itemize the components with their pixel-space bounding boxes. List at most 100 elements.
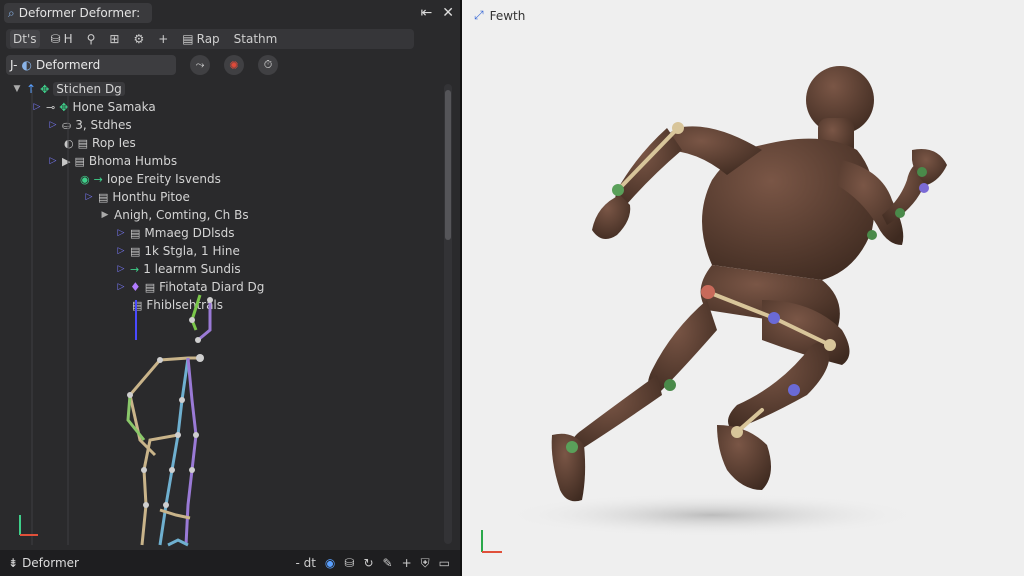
tree-item[interactable]: ◉ → Iope Ereity Isvends [80,170,221,188]
tree-item-label: 1k Stgla, 1 Hine [144,244,240,258]
tree-item[interactable]: ▶ Anigh, Comting, Ch Bs [100,206,249,224]
tree-item[interactable]: ▷ ♦ ▤ Fihotata Diard Dg [116,278,265,296]
joint-icon: ✥ [59,100,69,114]
tree-item[interactable]: ▷ ⊸ ✥ Hone Samaka [32,98,156,116]
toggle-green-icon: ◉ [80,172,90,186]
pin-icon[interactable]: ⇤ [421,5,433,21]
tree-item[interactable]: ▷ ⛀ 3, Stdhes [48,116,132,134]
folder-icon: ▤ [98,190,109,204]
tree-item-label: 1 learnm Sundis [143,262,241,276]
status-label: Deformer [22,556,79,570]
timer-button[interactable]: ⏱ [258,55,278,75]
diamond-icon: ♦ [130,280,141,294]
group-icon: ⛀ [62,118,72,132]
curve-button[interactable]: ⤳ [190,55,210,75]
status-bar: ⇟ Deformer - dt ◉ ⛁ ↻ ✎ + ⛨ ▭ [0,550,460,576]
expand-triangle-icon[interactable]: ▷ [48,156,58,166]
deformer-field[interactable]: J- ◐ Deformerd [6,55,176,75]
hierarchy-icon: ⛁ [50,32,61,46]
hierarchy-button[interactable]: ⛁ H [48,30,76,48]
tree-item[interactable]: ▷ ▶ ▤ Bhoma Humbs [48,152,178,170]
window-controls: ⇤ ✕ [421,5,454,21]
tree-item[interactable]: ▷ ▤ 1k Stgla, 1 Hine [116,242,240,260]
tree-item-label: Rop Ies [92,136,136,150]
character-render [481,66,947,553]
expand-triangle-icon[interactable]: ▷ [32,102,42,112]
deformer-icon: ◐ [21,58,32,72]
folder-icon: ▤ [74,154,85,168]
tree-item[interactable]: ▷ ▤ Honthu Pitoe [84,188,190,206]
panel-tab[interactable]: ⌕ Deformer Deformer: [4,3,152,23]
tree-item-label: Iope Ereity Isvends [106,172,221,186]
tree-item-label: Bhoma Humbs [88,154,178,168]
gear-icon: ⚙ [133,32,145,46]
expand-triangle-icon[interactable]: ▷ [84,192,94,202]
folder-icon: ▤ [77,136,89,150]
tree-item[interactable]: ▷ → 1 learnm Sundis [116,260,241,278]
filter-button[interactable]: ⊞ [106,30,122,48]
search-icon: ⌕ [8,5,15,20]
display-button-label: Dt's [13,32,37,46]
status-tools: - dt ◉ ⛁ ↻ ✎ + ⛨ ▭ [295,556,450,571]
sync-icon[interactable]: ◉ [325,556,335,570]
settings-button[interactable]: ⚙ [130,30,147,48]
search-button[interactable]: ⚲ [84,30,99,48]
close-icon[interactable]: ✕ [442,5,454,21]
tree-item[interactable]: ▷ ▤ Mmaeg DDlsds [116,224,235,242]
map-button[interactable]: ▤ Rap [179,30,222,48]
panel-title: Deformer Deformer: [18,6,141,20]
tree-item-label: Fihotata Diard Dg [159,280,265,294]
tree-item-label: Fhiblsehtrals [146,298,224,312]
expand-triangle-icon[interactable]: ▷ [116,246,126,256]
folder-icon: ▤ [132,298,143,312]
expand-triangle-icon[interactable]: ▷ [116,228,126,238]
map-icon: ▤ [182,32,194,46]
tree-item[interactable]: ▼ ↑ ✥ Stichen Dg [12,80,125,98]
folder-icon: ▤ [130,226,141,240]
arrow-right-icon: → [130,262,140,276]
edit-icon[interactable]: ✎ [383,556,393,570]
outliner-toolbar: Dt's ⛁ H ⚲ ⊞ ⚙ + ▤ Rap Stathm [6,29,414,49]
record-button[interactable]: ✺ [224,55,244,75]
shield-icon[interactable]: ⛨ [421,556,430,571]
expand-triangle-icon[interactable]: ▷ [116,282,126,292]
field-prefix: J- [10,58,18,72]
tree-item-label: Mmaeg DDlsds [144,226,235,240]
filter-icon: ⊞ [109,32,120,46]
monitor-icon[interactable]: ▭ [439,556,450,570]
scrollbar-thumb[interactable] [445,90,451,240]
tree-item-label: Stichen Dg [53,82,125,96]
arrow-right-icon: → [93,172,103,186]
refresh-icon[interactable]: ↻ [363,556,373,570]
collapse-triangle-icon[interactable]: ▼ [12,84,22,94]
save-icon[interactable]: ⛁ [344,556,354,570]
tree-item-label: Honthu Pitoe [112,190,190,204]
panel-titlebar: ⌕ Deformer Deformer: ⇤ ✕ [0,0,460,26]
station-button-label: Stathm [233,32,278,46]
hierarchy-button-label: H [63,32,73,46]
toggle-icon: ◐ [64,136,74,150]
folder-icon: ▤ [130,244,141,258]
play-icon: ▶ [62,154,71,168]
viewport-panel[interactable]: ⤢ Fewth [462,0,1024,576]
outliner-panel: ⌕ Deformer Deformer: ⇤ ✕ Dt's ⛁ H ⚲ ⊞ ⚙ +… [0,0,462,576]
tree-item-label: Hone Samaka [72,100,156,114]
expand-triangle-icon[interactable]: ▷ [116,264,126,274]
vertical-scrollbar[interactable] [444,84,452,544]
magnifier-icon: ⚲ [86,32,96,46]
plus-icon: + [158,32,169,46]
up-arrow-icon: ↑ [26,82,37,96]
tree-item[interactable]: ▤ Fhiblsehtrals [132,296,223,314]
station-button[interactable]: Stathm [231,30,281,48]
deformer-icon: ⇟ [8,556,19,570]
tree-item-label: Anigh, Comting, Ch Bs [114,208,249,222]
expand-triangle-icon[interactable]: ▷ [48,120,58,130]
display-button[interactable]: Dt's [10,30,40,48]
bone-icon: ⊸ [46,100,56,114]
add-button[interactable]: + [155,30,171,48]
folder-icon: ▤ [144,280,156,294]
tree-item-label: 3, Stdhes [75,118,132,132]
tree-item[interactable]: ◐ ▤ Rop Ies [64,134,136,152]
add-icon[interactable]: + [402,556,412,570]
expand-triangle-icon[interactable]: ▶ [100,210,110,220]
